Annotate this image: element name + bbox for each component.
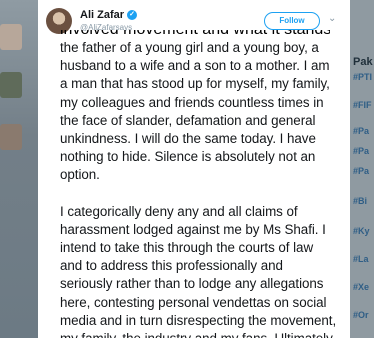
author-name-text: Ali Zafar [80,9,125,21]
trend-stub: #Pa [353,126,370,136]
tweet-line: the face of slander, defamation and gene… [60,112,316,128]
trend-stub: #PTI [353,72,373,82]
trend-stub: #Or [353,310,369,320]
chevron-down-icon[interactable]: ⌄ [328,13,336,24]
trend-stub: Pak [353,56,373,68]
tweet-line: option. [60,167,100,183]
tweet-line: intend to take this through the courts o… [60,240,314,256]
tweet-line: involved movement and what it stands for… [60,30,330,39]
tweet-line: my family, the industry and my fans. Ult… [60,330,333,338]
tweet-line: the father of a young girl and a young b… [60,40,319,55]
tweet-text: the father of a young girl and a young b… [60,39,337,338]
tweet-line: harassment lodged against me by Ms Shafi… [60,221,326,237]
tweet-line: here, contesting personal vendettas on s… [60,294,327,310]
tweet-line: media and in turn disrespecting the move… [60,312,337,328]
background-thumbnail [0,24,22,50]
tweet-line [60,185,330,203]
tweet-line: seriously rather than to lodge any alleg… [60,276,324,292]
trend-stub: #FIF [353,100,372,110]
author-name[interactable]: Ali Zafar ✓ [80,9,138,21]
trend-stub: #Ky [353,226,370,236]
tweet-line: a man that has stood up for myself, my f… [60,76,330,92]
tweet-clipped-line: involved movement and what it stands for… [60,30,330,39]
follow-button[interactable]: Follow [264,12,320,30]
background-right-panel: Pak #PTI #FIF #Pa #Pa #Pa #Bi #Ky #La #X… [350,0,374,338]
trend-stub: #Bi [353,196,368,206]
trend-stub: #Xe [353,282,370,292]
verified-badge-icon: ✓ [127,10,138,20]
tweet-line: unkindness. I will do the same today. I … [60,130,316,146]
trend-stub: #Pa [353,146,370,156]
tweet-line: nothing to hide. Silence is absolutely n… [60,149,316,165]
trend-stub: #La [353,254,369,264]
tweet-card: Ali Zafar ✓ @AliZafarsays Follow ⌄ invol… [38,0,350,338]
background-left-panel [0,0,38,338]
tweet-line: husband to a wife and a son to a mother.… [60,58,330,74]
trend-stub: #Pa [353,166,370,176]
background-thumbnail [0,72,22,98]
tweet-line: I categorically deny any and all claims … [60,203,298,219]
tweet-line: and to address this professionally and [60,258,283,274]
background-thumbnail [0,124,22,150]
tweet-line: my colleagues and friends countless time… [60,94,324,110]
